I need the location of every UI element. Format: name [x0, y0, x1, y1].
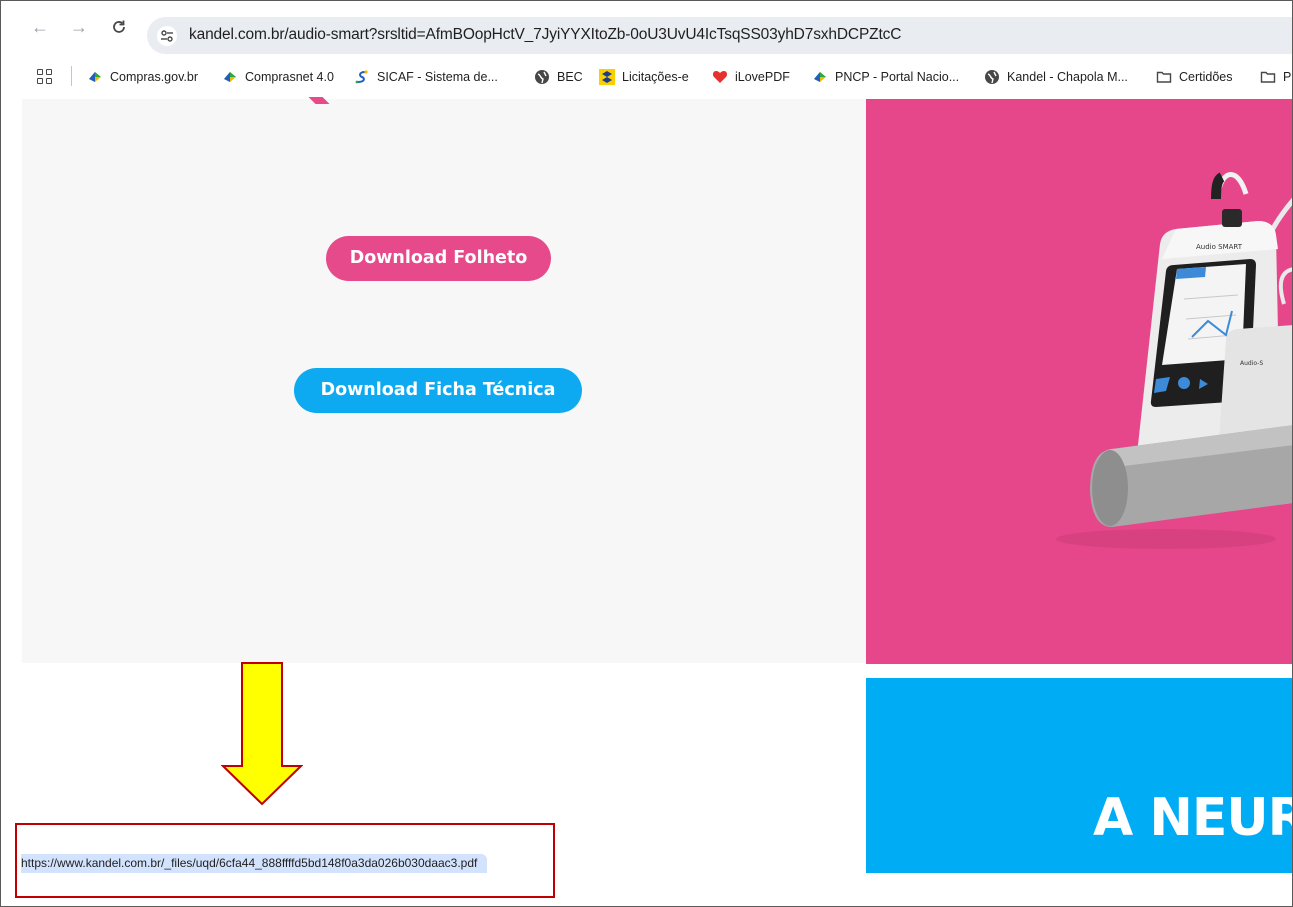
bookmark-folder-p[interactable]: P — [1260, 66, 1291, 88]
forward-button[interactable]: → — [67, 15, 91, 39]
bookmark-kandel[interactable]: Kandel - Chapola M... — [984, 66, 1128, 88]
browser-window: ← → kandel.com.br/audio-smart?srsltid=Af… — [0, 0, 1293, 907]
bookmark-label: Comprasnet 4.0 — [245, 70, 334, 84]
bookmark-label: SICAF - Sistema de... — [377, 70, 498, 84]
govbr-icon — [222, 69, 238, 85]
toolbar: ← → kandel.com.br/audio-smart?srsltid=Af… — [1, 1, 1292, 54]
sicaf-icon — [354, 69, 370, 85]
bookmark-label: iLovePDF — [735, 70, 790, 84]
reload-button[interactable] — [107, 15, 131, 39]
govbr-icon — [87, 69, 103, 85]
globe-icon — [534, 69, 550, 85]
bookmark-certidoes[interactable]: Certidões — [1156, 66, 1233, 88]
heart-icon — [712, 69, 728, 85]
svg-text:Audio SMART: Audio SMART — [1196, 243, 1243, 251]
download-folheto-button[interactable]: Download Folheto — [326, 236, 551, 281]
annotation-arrow-icon — [221, 662, 303, 806]
address-bar[interactable]: kandel.com.br/audio-smart?srsltid=AfmBOo… — [147, 17, 1292, 54]
svg-text:Audio-S: Audio-S — [1240, 360, 1263, 367]
bookmark-ilovepdf[interactable]: iLovePDF — [712, 66, 790, 88]
bookmark-pncp[interactable]: PNCP - Portal Nacio... — [812, 66, 959, 88]
bookmark-label: BEC — [557, 70, 583, 84]
audiometer-device-image: Audio SMART Audio-S — [1056, 172, 1292, 549]
tune-icon — [161, 30, 173, 42]
product-image-panel: Audio SMART Audio-S — [866, 99, 1292, 664]
bookmark-label: Certidões — [1179, 70, 1233, 84]
bookmark-comprasnet[interactable]: Comprasnet 4.0 — [222, 66, 334, 88]
bookmark-licitacoes-e[interactable]: Licitações-e — [599, 66, 689, 88]
folder-icon — [1156, 69, 1172, 85]
bb-icon — [599, 69, 615, 85]
folder-icon — [1260, 69, 1276, 85]
bookmarks-bar: Compras.gov.br Comprasnet 4.0 SICAF - Si… — [1, 60, 1292, 92]
globe-icon — [984, 69, 1000, 85]
bookmark-label: PNCP - Portal Nacio... — [835, 70, 960, 84]
download-ficha-tecnica-button[interactable]: Download Ficha Técnica — [294, 368, 582, 413]
status-bar-url: https://www.kandel.com.br/_files/uqd/6cf… — [21, 854, 488, 873]
banner-heading: A NEUR — [1093, 788, 1293, 848]
govbr-icon — [812, 69, 828, 85]
reload-icon — [113, 20, 125, 33]
bookmark-label: Compras.gov.br — [110, 70, 198, 84]
bookmark-label: P — [1283, 70, 1292, 84]
bookmarks-separator — [71, 66, 72, 86]
bookmark-bec[interactable]: BEC — [534, 66, 583, 88]
bookmark-label: Licitações-e — [622, 70, 689, 84]
neuro-banner: A NEUR — [866, 678, 1293, 873]
bookmark-sicaf[interactable]: SICAF - Sistema de... — [354, 66, 498, 88]
url-text[interactable]: kandel.com.br/audio-smart?srsltid=AfmBOo… — [189, 26, 901, 44]
apps-icon[interactable] — [37, 69, 53, 85]
bookmark-label: Kandel - Chapola M... — [1007, 70, 1128, 84]
bookmark-compras-gov[interactable]: Compras.gov.br — [87, 66, 198, 88]
site-info-button[interactable] — [157, 26, 177, 46]
back-button[interactable]: ← — [28, 15, 52, 39]
